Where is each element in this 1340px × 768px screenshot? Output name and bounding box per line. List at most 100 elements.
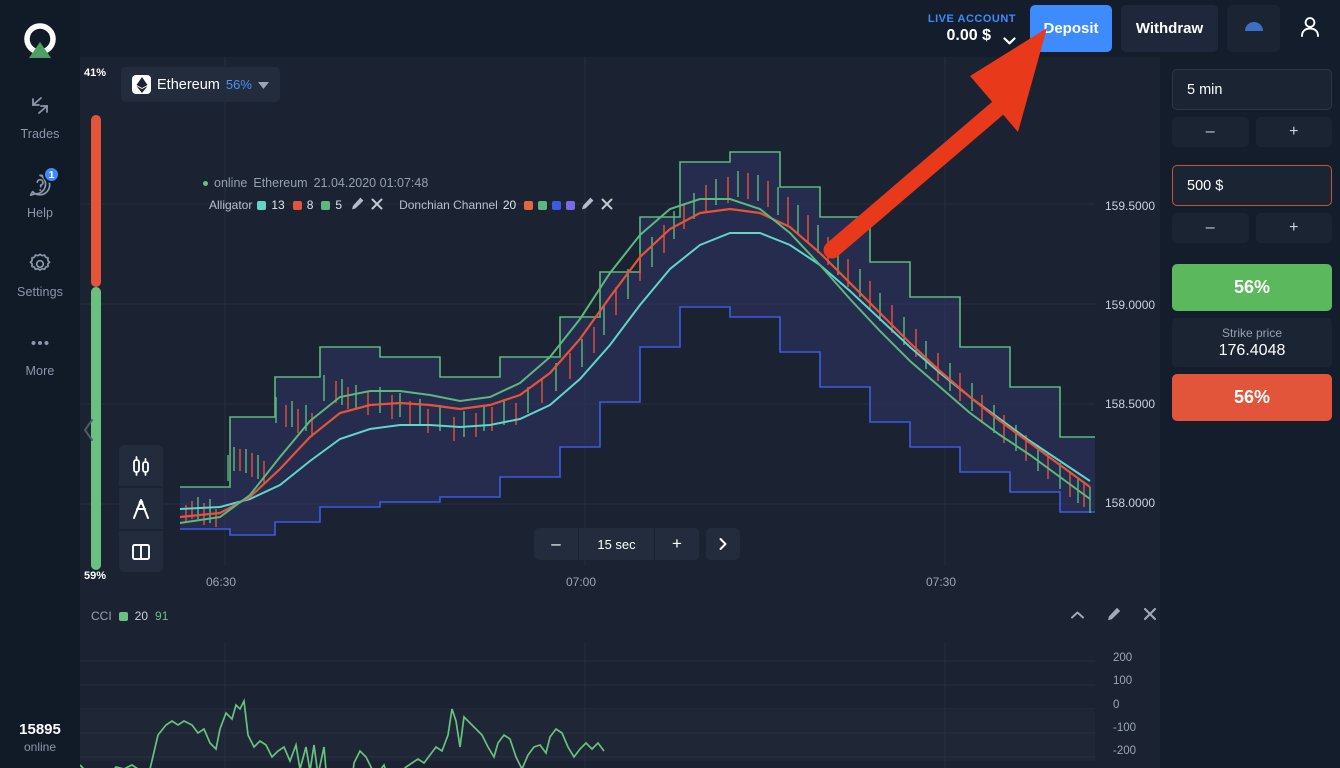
indicator-param: 8 [307,198,314,212]
duration-stepper: – + [1172,117,1332,147]
trade-panel: 5 min – + 500 $ – + 56% Strike price 176… [1160,57,1340,768]
candlestick-chart-icon[interactable] [119,445,163,486]
chevron-up-icon[interactable] [1070,607,1085,626]
chart-tools [119,445,163,572]
time-tick: 06:30 [206,575,236,589]
online-label: online [0,740,80,754]
deposit-button[interactable]: Deposit [1030,5,1112,52]
olymp-logo-icon[interactable] [20,22,60,62]
indicator-param: 13 [271,198,284,212]
trades-arrows-icon [26,92,54,120]
timeframe-minus-button[interactable]: – [534,528,578,560]
status-asset: Ethereum [253,176,307,190]
amount-stepper: – + [1172,213,1332,243]
close-x-icon[interactable] [601,198,613,213]
online-users-counter: 15895 online [0,721,80,754]
price-tick: 159.0000 [1105,298,1155,312]
drawing-compass-icon[interactable] [119,488,163,529]
close-x-icon[interactable] [371,198,383,213]
call-up-button[interactable]: 56% [1172,264,1332,311]
indicator-legend: Alligator 13 8 5 Donchian Channel 20 [209,197,614,213]
ellipsis-icon [26,329,54,357]
chart-status-line: online Ethereum 21.04.2020 01:07:48 [203,176,428,190]
sentiment-down-percent: 59% [84,570,106,582]
cci-axis-tick: 0 [1113,699,1119,711]
sidebar-item-label: Trades [20,127,59,141]
price-tick: 159.5000 [1105,199,1155,213]
asset-selector[interactable]: Ethereum 56% [121,67,280,102]
price-chart-canvas [80,57,1160,768]
cci-axis-tick: -100 [1113,722,1136,734]
sidebar-item-settings[interactable]: Settings [0,250,80,299]
cci-axis-tick: 100 [1113,675,1132,687]
profile-button[interactable] [1283,5,1336,52]
layout-columns-icon[interactable] [119,531,163,572]
account-selector[interactable]: LIVE ACCOUNT 0.00 $ [928,13,1016,45]
support-umbrella-icon [1243,20,1265,38]
indicator-name-alligator[interactable]: Alligator [209,198,252,212]
indicator-swatch [293,201,302,210]
help-badge-count: 1 [43,166,60,183]
top-header: LIVE ACCOUNT 0.00 $ Deposit Withdraw [80,0,1340,57]
price-tick: 158.0000 [1105,496,1155,510]
time-tick: 07:00 [566,575,596,589]
status-dot-icon [203,181,208,186]
indicator-param: 5 [335,198,342,212]
cci-label[interactable]: CCI [91,609,112,623]
duration-field[interactable]: 5 min [1172,69,1332,110]
sidebar-item-help[interactable]: 1 Help [0,171,80,220]
timeframe-plus-button[interactable]: + [655,528,699,560]
indicator-swatch [552,201,561,210]
sidebar-item-more[interactable]: More [0,329,80,378]
ethereum-icon [132,75,151,94]
indicator-swatch [538,201,547,210]
chevron-down-icon[interactable] [258,76,269,94]
asset-payout: 56% [226,77,252,92]
pencil-icon[interactable] [1107,607,1121,626]
strike-price-box: Strike price 176.4048 [1172,318,1332,367]
asset-name: Ethereum [157,77,220,93]
sidebar-item-label: More [26,364,55,378]
put-down-button[interactable]: 56% [1172,374,1332,421]
strike-price-value: 176.4048 [1219,342,1286,360]
gear-icon [26,250,54,278]
indicator-swatch [524,201,533,210]
pencil-icon[interactable] [351,197,364,213]
indicator-param: 20 [503,198,516,212]
strike-price-label: Strike price [1222,326,1282,340]
indicator-swatch [321,201,330,210]
sidebar-item-label: Help [27,206,53,220]
online-count: 15895 [0,721,80,738]
time-tick: 07:30 [926,575,956,589]
sidebar: Trades 1 Help Settings [0,0,80,768]
close-x-icon[interactable] [1143,607,1157,626]
sentiment-bar-down [91,115,101,287]
pencil-icon[interactable] [581,197,594,213]
cci-value: 91 [155,609,168,623]
withdraw-button[interactable]: Withdraw [1121,5,1218,52]
sidebar-item-trades[interactable]: Trades [0,92,80,141]
chevron-down-icon[interactable] [1003,32,1016,40]
status-timestamp: 21.04.2020 01:07:48 [314,176,429,190]
chevron-left-icon[interactable] [82,417,96,448]
help-question-icon: 1 [26,171,54,199]
sidebar-item-label: Settings [17,285,63,299]
cci-panel-actions [1070,607,1157,626]
price-tick: 158.5000 [1105,397,1155,411]
amount-minus-button[interactable]: – [1172,213,1249,243]
amount-field[interactable]: 500 $ [1172,165,1332,206]
amount-plus-button[interactable]: + [1256,213,1333,243]
user-account-icon [1297,14,1323,44]
sentiment-up-percent: 41% [84,67,106,79]
duration-plus-button[interactable]: + [1256,117,1333,147]
timeframe-value[interactable]: 15 sec [578,528,655,560]
support-button[interactable] [1227,5,1280,52]
cci-color-swatch [119,612,128,621]
status-text: online [214,176,247,190]
cci-period: 20 [135,609,148,623]
duration-minus-button[interactable]: – [1172,117,1249,147]
chevron-right-icon[interactable] [706,528,740,560]
indicator-swatch [566,201,575,210]
chart-area[interactable]: 41% 59% Ethereum 56% online Ethereum 21.… [80,57,1160,768]
indicator-name-donchian[interactable]: Donchian Channel [399,198,498,212]
